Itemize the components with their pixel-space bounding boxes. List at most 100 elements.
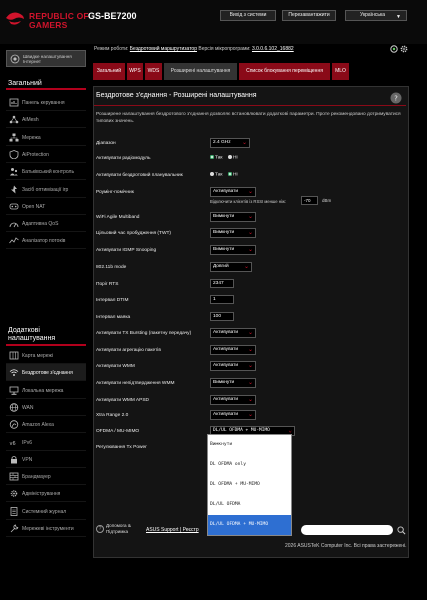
xtra-range-select[interactable]: Активувати ⌄ xyxy=(210,410,256,420)
tab-mlo[interactable]: MLO xyxy=(332,63,349,80)
wmm-select[interactable]: Активувати ⌄ xyxy=(210,361,256,371)
registration-link[interactable]: Реєстр xyxy=(183,527,199,533)
sidebar-item-log[interactable]: Системний журнал xyxy=(6,503,86,520)
sidebar-item-game-boost[interactable]: Засіб оптимізації ігр xyxy=(6,181,86,198)
asus-support-link[interactable]: ASUS Support xyxy=(146,527,179,533)
ofdma-option[interactable]: DL OFDMA only xyxy=(208,455,291,475)
language-select[interactable]: Українська ▼ xyxy=(345,10,407,21)
sidebar-item-network[interactable]: Мережа xyxy=(6,129,86,146)
sidebar-item-wifi[interactable]: Бездротове з'єднання xyxy=(6,364,86,382)
reboot-button[interactable]: Перезавантажити xyxy=(282,10,336,21)
igmp-select[interactable]: Вимкнути ⌄ xyxy=(210,245,256,255)
xtra-range-label: Xtra Range 2.0 xyxy=(96,413,129,418)
sidebar-item-label: Мережеві інструменти xyxy=(22,526,74,532)
footer-search-input[interactable] xyxy=(301,525,393,535)
multiband-select[interactable]: Вимкнути ⌄ xyxy=(210,212,256,222)
tab-advanced[interactable]: Розширені налаштування xyxy=(164,63,237,80)
logout-button[interactable]: Вихід з системи xyxy=(220,10,276,21)
tab-general[interactable]: Загальний xyxy=(93,63,125,80)
aggregation-select[interactable]: Активувати ⌄ xyxy=(210,345,256,355)
radio-selected-icon xyxy=(210,155,214,159)
sidebar-item-open-nat[interactable]: Open NAT xyxy=(6,198,86,215)
sidebar-item-alexa[interactable]: Amazon Alexa xyxy=(6,416,86,434)
section-general-title: Загальний xyxy=(6,79,86,90)
help-icon[interactable]: ? xyxy=(390,92,402,104)
igmp-value: Вимкнути xyxy=(213,247,235,252)
ofdma-option-selected[interactable]: DL/UL OFDMA + MU-MIMO xyxy=(208,515,291,535)
sidebar-item-label: Amazon Alexa xyxy=(22,422,54,429)
rssi-input[interactable]: -70 xyxy=(301,196,318,205)
ipv6-icon: v6 xyxy=(10,441,16,447)
aggregation-label: Активувати агрегацію пакетів xyxy=(96,348,161,353)
igmp-label: Активувати IGMP Snooping xyxy=(96,248,157,253)
sidebar-item-admin[interactable]: Адміністрування xyxy=(6,485,86,503)
quick-setup-button[interactable]: Швидке налаштування Інтернет xyxy=(6,50,86,67)
sidebar-item-ipv6[interactable]: v6 IPv6 xyxy=(6,434,86,451)
rts-label: Поріг RTS xyxy=(96,282,119,287)
admin-icon xyxy=(10,490,18,498)
firewall-icon xyxy=(9,472,19,481)
sidebar-item-shield[interactable]: AiProtection xyxy=(6,146,86,163)
mode-label: Режим роботи: xyxy=(94,46,129,52)
sidebar-item-parental[interactable]: Батьківський контроль xyxy=(6,163,86,181)
tab-wps[interactable]: WPS xyxy=(127,63,143,80)
roaming-select[interactable]: Активувати ⌄ xyxy=(210,187,256,197)
radio-unselected-icon xyxy=(210,172,214,176)
chevron-down-icon: ⌄ xyxy=(247,230,253,236)
dtim-input[interactable]: 1 xyxy=(210,295,234,304)
svg-text:?: ? xyxy=(394,95,398,103)
wmm-noack-label: Активувати непідтвердження WMM xyxy=(96,381,175,386)
title-divider xyxy=(94,105,406,106)
rssi-note: Відключити клієнтів із RSSI менше ніж: xyxy=(210,199,286,204)
sidebar-item-lan[interactable]: Локальна мережа xyxy=(6,382,86,399)
sidebar-item-network-map[interactable]: Карта мережі xyxy=(6,347,86,364)
search-icon[interactable] xyxy=(397,526,406,535)
beacon-input[interactable]: 100 xyxy=(210,312,234,321)
sidebar-item-globe[interactable]: WAN xyxy=(6,399,86,416)
vpn-icon xyxy=(11,455,17,464)
scheduler-yes[interactable]: Так xyxy=(210,172,222,177)
sidebar-item-tools[interactable]: Мережеві інструменти xyxy=(6,520,86,537)
parental-icon xyxy=(10,168,18,176)
network-map-icon xyxy=(9,351,19,360)
chevron-down-icon: ⌄ xyxy=(247,247,253,253)
radio-label: Активувати радіомодуль xyxy=(96,156,151,161)
sidebar-item-aimesh[interactable]: AiMesh xyxy=(6,111,86,129)
dtim-label: Інтервал DTIM xyxy=(96,298,129,303)
rog-logo[interactable]: REPUBLIC OF GAMERS xyxy=(5,6,89,34)
sidebar-item-firewall[interactable]: Брандмауер xyxy=(6,468,86,486)
apsd-select[interactable]: Активувати ⌄ xyxy=(210,395,256,405)
sidebar-item-label: Локальна мережа xyxy=(22,387,64,394)
copyright-text: 2026 ASUSTeK Computer Inc. Всі права зас… xyxy=(285,543,407,549)
sidebar-item-label: WAN xyxy=(22,404,34,411)
b-mode-select[interactable]: Довгий ⌄ xyxy=(210,262,252,272)
ofdma-option[interactable]: DL OFDMA + MU-MIMO xyxy=(208,475,291,495)
sidebar-item-label: Засіб оптимізації ігр xyxy=(22,186,69,193)
wmm-label: Активувати WMM xyxy=(96,364,135,369)
sidebar-item-qos[interactable]: Адаптивна QoS xyxy=(6,215,86,233)
chevron-down-icon: ⌄ xyxy=(241,140,247,146)
ofdma-option[interactable]: Вимкнути xyxy=(208,435,291,455)
sidebar-item-dashboard[interactable]: Панель керування xyxy=(6,94,86,111)
ofdma-label: OFDMA / MU-MIMO xyxy=(96,429,140,434)
band-select[interactable]: 2.4 GHz ⌄ xyxy=(210,138,250,148)
txburst-value: Активувати xyxy=(213,330,239,335)
radio-no[interactable]: Ні xyxy=(228,155,238,160)
chevron-down-icon: ⌄ xyxy=(247,380,253,386)
scheduler-no[interactable]: Ні xyxy=(228,172,238,177)
tab-wds[interactable]: WDS xyxy=(145,63,162,80)
rts-input[interactable]: 2347 xyxy=(210,279,234,288)
multiband-label: WiFi Agile Multiband xyxy=(96,215,140,220)
radio-yes[interactable]: Так xyxy=(210,155,222,160)
tab-roaming-block[interactable]: Список блокування переміщення xyxy=(239,63,330,80)
ofdma-option[interactable]: DL/UL OFDMA xyxy=(208,495,291,515)
wmm-noack-select[interactable]: Вимкнути ⌄ xyxy=(210,378,256,388)
twt-select[interactable]: Вимкнути ⌄ xyxy=(210,228,256,238)
txburst-select[interactable]: Активувати ⌄ xyxy=(210,328,256,338)
fw-value[interactable]: 3.0.0.6.102_16882 xyxy=(252,46,294,52)
sidebar-item-analyzer[interactable]: Аналізатор потоків xyxy=(6,232,86,250)
model-name: GS-BE7200 xyxy=(88,11,137,21)
sidebar-item-label: Бездротове з'єднання xyxy=(22,370,73,377)
mode-value[interactable]: Бездротовий маршрутизатор xyxy=(130,46,197,52)
sidebar-item-vpn[interactable]: VPN xyxy=(6,451,86,468)
